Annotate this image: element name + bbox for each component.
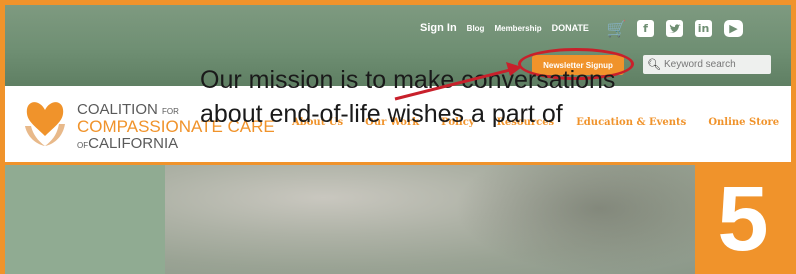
search-input[interactable] xyxy=(661,59,764,70)
youtube-icon[interactable]: ▶ xyxy=(724,20,743,37)
facebook-icon[interactable]: f xyxy=(637,20,654,37)
step-number-badge: 5 xyxy=(695,165,791,274)
hero-photo-shade xyxy=(455,165,695,274)
logo-line-3: OFCALIFORNIA xyxy=(77,136,275,151)
cart-icon[interactable]: 🛒 xyxy=(607,19,627,38)
nav-education-events[interactable]: Education & Events xyxy=(576,117,686,128)
top-links: Sign In Blog Membership DONATE xyxy=(420,22,589,34)
social-icons: 🛒 f in ▶ xyxy=(607,19,743,38)
logo-coalition: COALITION xyxy=(77,101,158,118)
logo-heart-hands-icon[interactable] xyxy=(23,96,67,148)
membership-link[interactable]: Membership xyxy=(494,24,541,33)
logo-of: OF xyxy=(77,141,89,150)
hero-banner xyxy=(5,165,791,274)
linkedin-icon[interactable]: in xyxy=(695,20,712,37)
search-icon: 🔍︎ xyxy=(647,58,661,71)
sign-in-link[interactable]: Sign In xyxy=(420,22,457,34)
twitter-icon[interactable] xyxy=(666,20,683,37)
mission-text-line-1: Our mission is to make conversations xyxy=(200,66,616,94)
nav-online-store[interactable]: Online Store xyxy=(708,117,779,128)
twitter-bird-icon xyxy=(668,23,681,33)
blog-link[interactable]: Blog xyxy=(467,24,485,33)
donate-link[interactable]: DONATE xyxy=(552,23,589,33)
logo-for: FOR xyxy=(162,107,179,116)
mission-text-line-2: about end-of-life wishes a part of xyxy=(200,100,563,128)
logo-california: CALIFORNIA xyxy=(88,135,179,152)
search-box[interactable]: 🔍︎ xyxy=(643,55,771,74)
